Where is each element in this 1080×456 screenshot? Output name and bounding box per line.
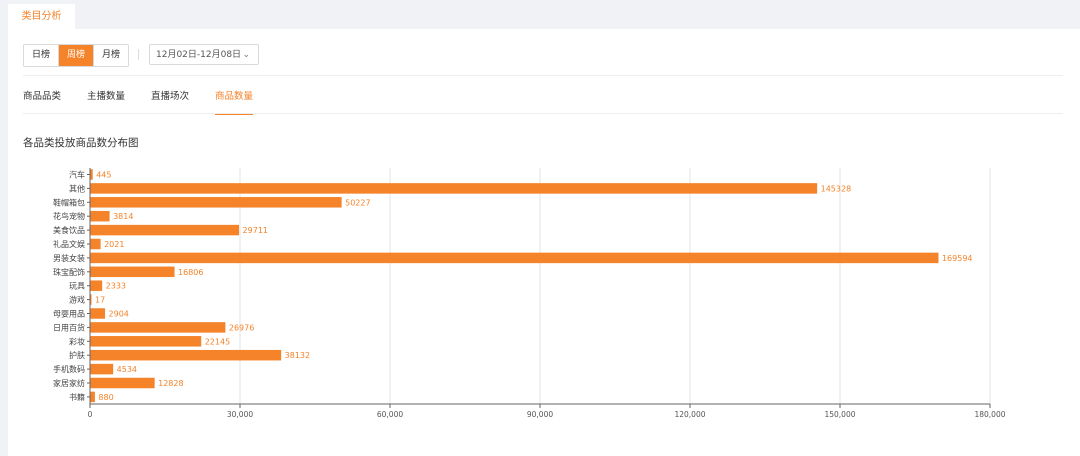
- bar: [90, 224, 240, 236]
- bar: [90, 210, 110, 222]
- bar: [90, 336, 202, 347]
- y-tick-label: 珠宝配饰: [53, 267, 85, 277]
- x-tick-label: 120,000: [674, 410, 705, 419]
- x-tick-label: 60,000: [377, 410, 403, 419]
- y-tick-label: 母婴用品: [53, 310, 85, 319]
- x-tick-label: 150,000: [824, 410, 855, 419]
- x-tick-label: 30,000: [227, 410, 253, 419]
- data-label: 2333: [106, 282, 126, 291]
- y-tick-label: 家居家纺: [53, 378, 85, 388]
- x-tick-label: 180,000: [974, 410, 1005, 419]
- data-label: 2904: [109, 310, 129, 319]
- y-tick-label: 礼品文娱: [53, 239, 85, 249]
- bar: [90, 377, 155, 389]
- data-label: 880: [98, 393, 113, 402]
- bar: [90, 183, 818, 194]
- data-label: 29711: [243, 226, 268, 235]
- data-label: 38132: [285, 351, 310, 360]
- bar: [90, 322, 226, 333]
- y-tick-label: 汽车: [69, 170, 85, 180]
- data-label: 169594: [942, 254, 973, 263]
- bar-chart: 0 30,000 60,000 90,000 120,000 150,000 180,000…: [53, 168, 1006, 419]
- bar: [90, 169, 93, 180]
- data-label: 16806: [178, 268, 203, 277]
- y-tick-label: 鞋帽箱包: [53, 197, 85, 207]
- y-tick-label: 手机数码: [53, 364, 85, 374]
- data-label: 17: [95, 296, 105, 305]
- bar: [90, 252, 939, 264]
- data-label: 445: [96, 171, 111, 180]
- x-tick-label: 90,000: [527, 410, 553, 419]
- y-tick-label: 玩具: [69, 282, 85, 291]
- data-label: 22145: [205, 337, 230, 346]
- data-label: 50227: [345, 198, 370, 207]
- bar: [90, 294, 92, 305]
- y-tick-label: 护肤: [69, 350, 85, 360]
- y-tick-label: 花鸟宠物: [53, 211, 85, 221]
- bar: [90, 238, 101, 250]
- bar: [90, 363, 114, 375]
- data-label: 2021: [104, 240, 124, 249]
- data-label: 3814: [113, 212, 133, 221]
- bar: [90, 349, 282, 361]
- y-tick-label: 美食饮品: [53, 225, 85, 235]
- y-tick-label: 游戏: [69, 295, 85, 305]
- x-tick-label: 0: [88, 410, 93, 419]
- data-label: 12828: [158, 379, 183, 388]
- bar: [90, 391, 95, 403]
- data-label: 26976: [229, 323, 254, 332]
- y-tick-label: 彩妆: [69, 336, 85, 346]
- y-tick-label: 日用百货: [53, 322, 85, 332]
- bar: [90, 308, 106, 319]
- y-tick-label: 男装女装: [53, 253, 85, 263]
- data-label: 4534: [117, 365, 137, 374]
- bar: [90, 266, 175, 278]
- bar: [90, 280, 103, 291]
- y-tick-label: 书籍: [69, 392, 85, 402]
- data-label: 145328: [821, 184, 852, 193]
- y-tick-label: 其他: [69, 183, 85, 193]
- bar: [90, 197, 342, 208]
